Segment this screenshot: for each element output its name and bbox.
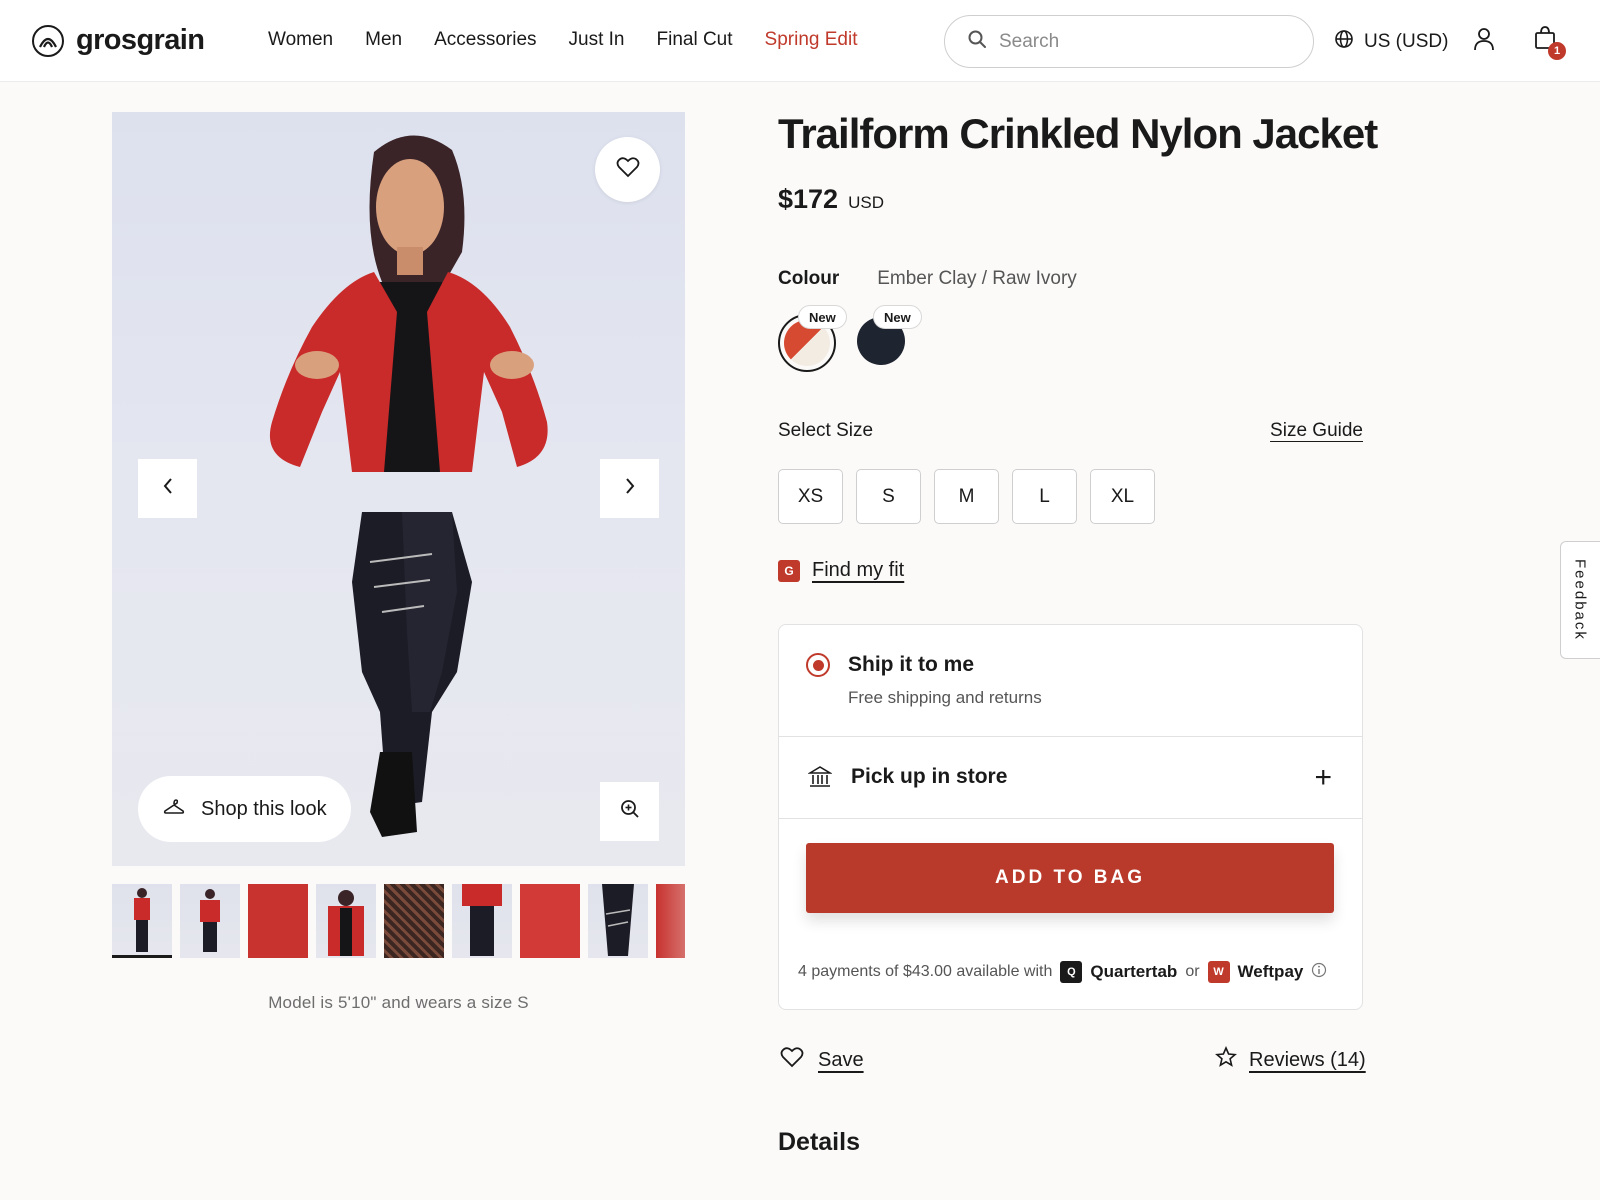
ship-title: Ship it to me <box>848 653 974 676</box>
colour-value: Ember Clay / Raw Ivory <box>877 268 1077 289</box>
details-heading: Details <box>778 1128 860 1156</box>
ship-radio[interactable] <box>806 653 830 677</box>
globe-icon <box>1334 29 1354 55</box>
thumbnail[interactable] <box>112 884 172 958</box>
feedback-tab[interactable]: Feedback <box>1560 541 1600 659</box>
pickup-option[interactable]: Pick up in store + <box>779 737 1362 819</box>
logo-icon <box>32 24 64 57</box>
installments-row: 4 payments of $43.00 available with Q Qu… <box>798 961 1327 983</box>
new-badge: New <box>873 305 922 329</box>
main-nav: Women Men Accessories Just In Final Cut … <box>268 29 889 51</box>
heart-icon <box>616 156 640 183</box>
price-currency: USD <box>848 193 884 212</box>
thumbnail[interactable] <box>520 884 580 958</box>
shop-this-look-button[interactable]: Shop this look <box>138 776 351 842</box>
thumbnail[interactable] <box>316 884 376 958</box>
product-price: $172 USD <box>778 184 884 215</box>
quartertab-name[interactable]: Quartertab <box>1090 962 1177 982</box>
nav-final-cut[interactable]: Final Cut <box>657 29 733 51</box>
site-header: grosgrain Women Men Accessories Just In … <box>0 0 1600 82</box>
colour-label: Colour <box>778 268 840 289</box>
nav-accessories[interactable]: Accessories <box>434 29 536 51</box>
fit-badge: G <box>778 559 800 582</box>
thumbnail[interactable] <box>384 884 444 958</box>
reviews-link[interactable]: Reviews (14) <box>1249 1049 1366 1072</box>
nav-spring-edit[interactable]: Spring Edit <box>765 29 858 51</box>
thumbnail-strip <box>112 884 685 960</box>
quartertab-logo: Q <box>1060 961 1083 983</box>
info-icon[interactable] <box>1311 962 1327 983</box>
select-size-label: Select Size <box>778 420 874 441</box>
pickup-title: Pick up in store <box>851 765 1008 788</box>
size-s[interactable]: S <box>856 469 921 524</box>
reviews-action[interactable]: Reviews (14) <box>1215 1045 1366 1074</box>
price-amount: $172 <box>778 184 839 214</box>
size-m[interactable]: M <box>934 469 999 524</box>
thumbnail[interactable] <box>452 884 512 958</box>
plus-icon[interactable]: + <box>1314 761 1332 795</box>
product-image[interactable]: Shop this look <box>112 112 685 866</box>
save-link[interactable]: Save <box>818 1049 864 1072</box>
chevron-right-icon <box>624 477 636 500</box>
region-selector[interactable]: US (USD) <box>1334 29 1448 55</box>
wishlist-button[interactable] <box>595 137 660 202</box>
nav-just-in[interactable]: Just In <box>569 29 625 51</box>
account-icon[interactable] <box>1472 26 1496 57</box>
model-note: Model is 5'10" and wears a size S <box>268 993 529 1012</box>
size-header: Select Size Size Guide <box>778 420 1363 442</box>
thumbnail[interactable] <box>656 884 685 958</box>
ship-option[interactable]: Ship it to me Free shipping and returns <box>779 625 1362 737</box>
find-my-fit[interactable]: G Find my fit <box>778 559 904 582</box>
radio-dot <box>812 659 824 671</box>
store-icon <box>807 766 833 793</box>
heart-icon <box>780 1046 804 1074</box>
find-my-fit-link[interactable]: Find my fit <box>812 559 904 582</box>
logo[interactable]: grosgrain <box>32 24 205 57</box>
shop-this-look-label: Shop this look <box>201 797 327 820</box>
chevron-left-icon <box>162 477 174 500</box>
zoom-in-icon <box>620 799 640 824</box>
add-to-bag-button[interactable]: ADD TO BAG <box>806 843 1334 913</box>
logo-text: grosgrain <box>76 24 205 56</box>
hanger-icon <box>163 798 185 821</box>
size-guide-link[interactable]: Size Guide <box>1270 420 1363 442</box>
search-icon <box>967 29 987 54</box>
product-title: Trailform Crinkled Nylon Jacket <box>778 110 1378 157</box>
size-xs[interactable]: XS <box>778 469 843 524</box>
zoom-button[interactable] <box>600 782 659 841</box>
weftpay-logo: W <box>1207 961 1230 983</box>
nav-men[interactable]: Men <box>365 29 402 51</box>
bag-count-badge: 1 <box>1548 42 1566 60</box>
weftpay-name[interactable]: Weftpay <box>1238 962 1304 982</box>
thumbnail[interactable] <box>180 884 240 958</box>
feedback-label: Feedback <box>1571 559 1589 641</box>
prev-image-button[interactable] <box>138 459 197 518</box>
size-xl[interactable]: XL <box>1090 469 1155 524</box>
size-l[interactable]: L <box>1012 469 1077 524</box>
or-text: or <box>1185 963 1200 980</box>
installments-text: 4 payments of $43.00 available with <box>798 963 1053 980</box>
size-options: XS S M L XL <box>778 469 1155 524</box>
star-icon <box>1215 1045 1237 1074</box>
nav-women[interactable]: Women <box>268 29 333 51</box>
colour-row: Colour Ember Clay / Raw Ivory <box>778 268 1077 290</box>
new-badge: New <box>798 305 847 329</box>
save-action[interactable]: Save <box>780 1046 864 1074</box>
region-label: US (USD) <box>1364 31 1449 52</box>
search-input[interactable] <box>999 30 1279 53</box>
search-box[interactable] <box>944 15 1314 68</box>
ship-subtitle: Free shipping and returns <box>848 688 1042 707</box>
thumbnail[interactable] <box>588 884 648 958</box>
thumbnail[interactable] <box>248 884 308 958</box>
next-image-button[interactable] <box>600 459 659 518</box>
fulfillment-card: Ship it to me Free shipping and returns … <box>778 624 1363 1010</box>
